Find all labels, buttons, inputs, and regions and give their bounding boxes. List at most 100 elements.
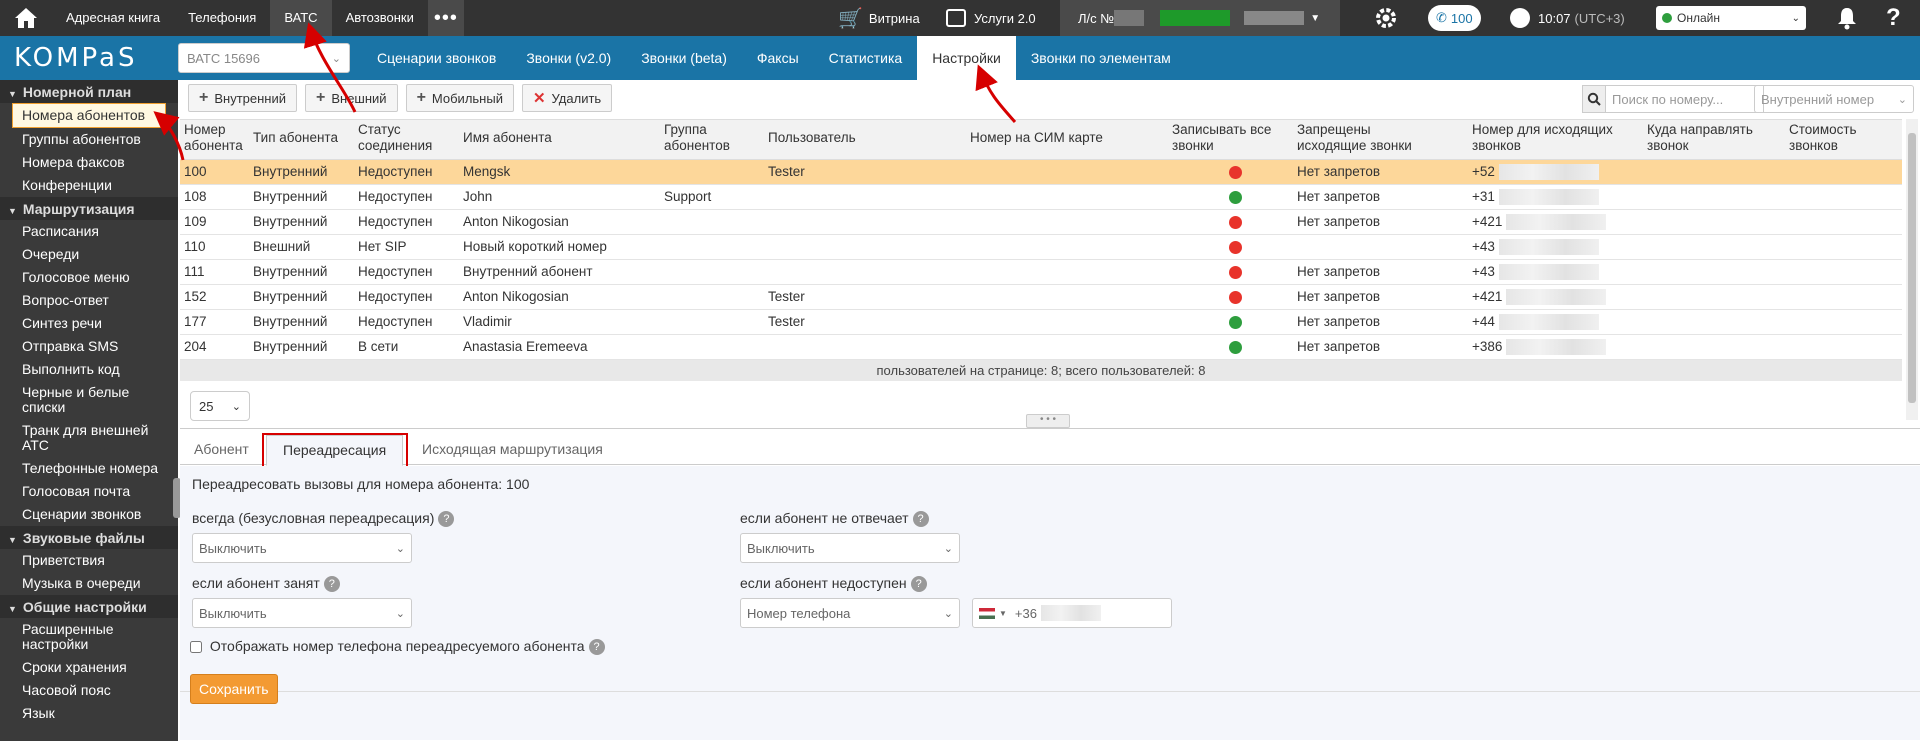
sidebar-item-schedules[interactable]: Расписания: [0, 220, 178, 243]
always-forward-select[interactable]: Выключить ⌄: [192, 533, 412, 563]
table-row[interactable]: 108 Внутренний Недоступен John Support Нет за…: [180, 185, 1902, 210]
page-size-select[interactable]: 25 ⌄: [190, 391, 250, 421]
table-row[interactable]: 152 Внутренний Недоступен Anton Nikogosian T…: [180, 285, 1902, 310]
sidebar-item-greetings[interactable]: Приветствия: [0, 549, 178, 572]
triangle-down-icon: ▼: [8, 535, 17, 545]
show-number-option[interactable]: Отображать номер телефона переадресуемог…: [190, 638, 605, 656]
show-number-checkbox[interactable]: [190, 641, 202, 654]
add-mobile-button[interactable]: + Мобильный: [405, 84, 514, 112]
sidebar-item-voice-menu[interactable]: Голосовое меню: [0, 266, 178, 289]
sidebar-item-advanced-settings[interactable]: Расширенные настройки: [0, 618, 178, 656]
account-selector[interactable]: Л/с № ▼: [1060, 0, 1340, 36]
sidebar-item-subscriber-numbers[interactable]: Номера абонентов: [12, 103, 166, 128]
sidebar-section-routing[interactable]: ▼ Маршрутизация: [0, 197, 178, 220]
table-row[interactable]: 204 Внутренний В сети Anastasia Eremeeva Нет…: [180, 335, 1902, 360]
sidebar-item-timezone[interactable]: Часовой пояс: [0, 679, 178, 702]
sidebar-item-send-sms[interactable]: Отправка SMS: [0, 335, 178, 358]
splitter-grip-icon[interactable]: • • •: [1026, 414, 1070, 428]
col-header-restrict[interactable]: Запрещены исходящие звонки: [1297, 122, 1437, 154]
vats-select[interactable]: ВАТС 15696 ⌄: [178, 43, 350, 73]
bell-icon[interactable]: [1836, 0, 1858, 36]
hungary-flag-icon[interactable]: [979, 607, 995, 619]
sidebar-section-sound-files[interactable]: ▼ Звуковые файлы: [0, 526, 178, 549]
status-selector[interactable]: Онлайн ⌄: [1656, 0, 1806, 36]
sidebar-item-retention[interactable]: Сроки хранения: [0, 656, 178, 679]
top-link-telephony[interactable]: Телефония: [174, 0, 270, 36]
col-header-sim[interactable]: Номер на СИМ карте: [970, 130, 1103, 146]
account-name-redacted: [1244, 11, 1305, 25]
sidebar-item-conferences[interactable]: Конференции: [0, 174, 178, 197]
tab-faxes[interactable]: Факсы: [742, 36, 814, 80]
sidebar-item-phone-numbers[interactable]: Телефонные номера: [0, 457, 178, 480]
services-link[interactable]: Услуги 2.0: [946, 0, 1036, 36]
search-input[interactable]: Поиск по номеру...: [1606, 85, 1764, 113]
col-header-status[interactable]: Статус соединения: [358, 122, 438, 154]
sidebar-item-fax-numbers[interactable]: Номера факсов: [0, 151, 178, 174]
cell-name-text: Mengsk: [463, 164, 511, 179]
col-header-name[interactable]: Имя абонента: [463, 130, 552, 146]
panel-splitter[interactable]: [180, 428, 1920, 429]
sidebar-item-execute-code[interactable]: Выполнить код: [0, 358, 178, 381]
top-link-vats[interactable]: ВАТС: [270, 0, 332, 36]
sidebar-item-queue-music[interactable]: Музыка в очереди: [0, 572, 178, 595]
sidebar-item-call-scenarios[interactable]: Сценарии звонков: [0, 503, 178, 526]
sidebar-item-language[interactable]: Язык: [0, 702, 178, 725]
search-icon[interactable]: [1582, 85, 1606, 113]
col-header-type[interactable]: Тип абонента: [253, 130, 338, 146]
sidebar-item-qa[interactable]: Вопрос-ответ: [0, 289, 178, 312]
tab-statistics[interactable]: Статистика: [814, 36, 918, 80]
sidebar-item-subscriber-groups[interactable]: Группы абонентов: [0, 128, 178, 151]
table-scrollbar[interactable]: [1906, 119, 1918, 420]
calls-counter[interactable]: ✆ 100: [1428, 0, 1481, 36]
table-row[interactable]: 177 Внутренний Недоступен Vladimir Tester Нет…: [180, 310, 1902, 335]
forward-phone-input[interactable]: ▼ +36: [972, 598, 1172, 628]
help-icon[interactable]: ?: [323, 576, 340, 593]
busy-forward-select[interactable]: Выключить ⌄: [192, 598, 412, 628]
sidebar-item-speech-synthesis[interactable]: Синтез речи: [0, 312, 178, 335]
col-header-cost[interactable]: Стоимость звонков: [1789, 122, 1889, 154]
top-link-autocalls[interactable]: Автозвонки: [332, 0, 428, 36]
sidebar-item-black-white-lists[interactable]: Черные и белые списки: [0, 381, 178, 419]
scrollbar-thumb[interactable]: [1908, 133, 1916, 403]
noanswer-forward-select[interactable]: Выключить ⌄: [740, 533, 960, 563]
search-filter-select[interactable]: Внутренний номер ⌄: [1754, 85, 1914, 113]
tab-calls-v2[interactable]: Звонки (v2.0): [511, 36, 626, 80]
col-header-forward[interactable]: Куда направлять звонок: [1647, 122, 1767, 154]
sidebar-item-external-trunk[interactable]: Транк для внешней АТС: [0, 419, 178, 457]
col-header-outgoing[interactable]: Номер для исходящих звонков: [1472, 122, 1632, 154]
tab-settings[interactable]: Настройки: [917, 36, 1016, 80]
more-menu-icon[interactable]: •••: [427, 0, 464, 36]
col-header-user[interactable]: Пользователь: [768, 130, 856, 146]
tab-call-scenarios[interactable]: Сценарии звонков: [362, 36, 511, 80]
col-header-record[interactable]: Записывать все звонки: [1172, 122, 1292, 154]
save-button[interactable]: Сохранить: [190, 674, 278, 704]
unavailable-forward-select[interactable]: Номер телефона ⌄: [740, 598, 960, 628]
tab-calls-by-elements[interactable]: Звонки по элементам: [1016, 36, 1186, 80]
tab-outgoing-routing[interactable]: Исходящая маршрутизация: [422, 441, 603, 457]
help-icon[interactable]: ?: [910, 576, 927, 593]
top-link-address-book[interactable]: Адресная книга: [52, 0, 174, 36]
table-row[interactable]: 110 Внешний Нет SIP Новый короткий номер +43: [180, 235, 1902, 260]
table-row[interactable]: 109 Внутренний Недоступен Anton Nikogosian Н…: [180, 210, 1902, 235]
col-header-group[interactable]: Группа абонентов: [664, 122, 744, 154]
table-row[interactable]: 100 Внутренний Недоступен Mengsk Tester Нет з…: [180, 160, 1902, 185]
vitrina-link[interactable]: 🛒 Витрина: [838, 0, 920, 36]
home-icon[interactable]: [0, 0, 52, 36]
add-internal-button[interactable]: + Внутренний: [188, 84, 297, 112]
sidebar-section-numbering[interactable]: ▼ Номерной план: [0, 80, 178, 103]
help-icon[interactable]: ?: [1886, 0, 1901, 36]
help-icon[interactable]: ?: [588, 639, 605, 656]
sidebar-item-queues[interactable]: Очереди: [0, 243, 178, 266]
delete-button[interactable]: ✕ Удалить: [521, 84, 613, 112]
help-icon[interactable]: ?: [438, 511, 455, 528]
sidebar-section-general-settings[interactable]: ▼ Общие настройки: [0, 595, 178, 618]
tab-subscriber[interactable]: Абонент: [194, 441, 249, 457]
tab-calls-beta[interactable]: Звонки (beta): [626, 36, 742, 80]
sidebar-item-voicemail[interactable]: Голосовая почта: [0, 480, 178, 503]
gear-icon[interactable]: [1374, 0, 1398, 36]
subscribers-table: Номер абонента Тип абонента Статус соеди…: [180, 119, 1902, 361]
add-external-button[interactable]: + Внешний: [305, 84, 398, 112]
help-icon[interactable]: ?: [912, 511, 929, 528]
table-row[interactable]: 111 Внутренний Недоступен Внутренний абонен…: [180, 260, 1902, 285]
col-header-number[interactable]: Номер абонента: [184, 122, 243, 154]
